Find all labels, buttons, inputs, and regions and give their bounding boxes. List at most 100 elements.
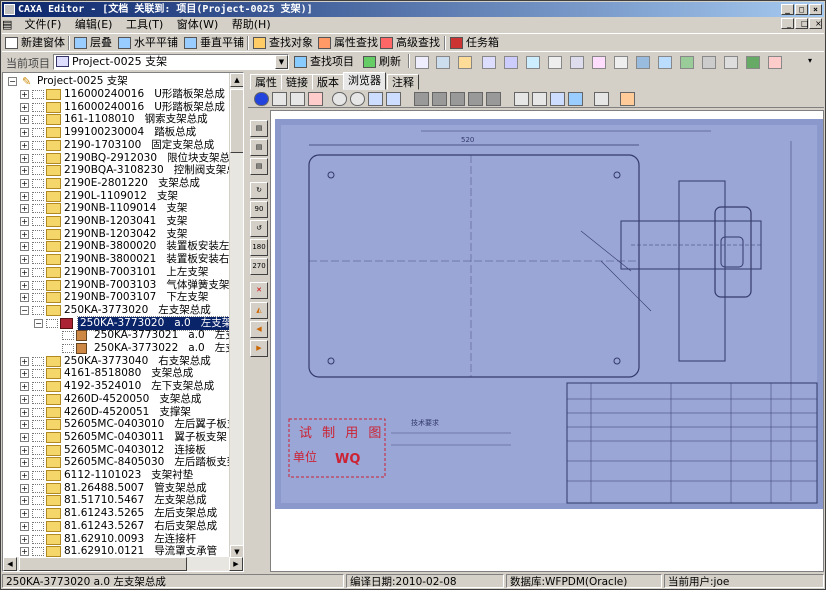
- scroll-thumb[interactable]: [230, 89, 243, 153]
- expand-icon[interactable]: +: [20, 369, 29, 379]
- tree-item[interactable]: +2190BQA-3108230 控制阀支架总成: [6, 164, 243, 177]
- tool-c-icon[interactable]: [450, 92, 465, 106]
- rotate-reset-icon[interactable]: ↺: [250, 220, 268, 237]
- tool-icon-11[interactable]: [636, 56, 650, 69]
- tool-icon-9[interactable]: [592, 56, 606, 69]
- cascade-button[interactable]: 层叠: [74, 35, 112, 51]
- tool-icon-17[interactable]: [768, 56, 782, 69]
- zoom-all-icon[interactable]: [568, 92, 583, 106]
- tree-item[interactable]: +2190E-2801220 支架总成: [6, 177, 231, 190]
- collapse-icon[interactable]: −: [20, 305, 29, 315]
- expand-icon[interactable]: +: [20, 471, 29, 480]
- print-icon[interactable]: [290, 92, 305, 106]
- expand-icon[interactable]: +: [20, 178, 29, 188]
- pointer-icon[interactable]: [514, 92, 529, 106]
- scroll-left-icon[interactable]: ◀: [3, 557, 17, 571]
- tree-item[interactable]: +2190NB-1203041 支架: [6, 215, 231, 228]
- layer-icon[interactable]: [594, 92, 609, 106]
- zoom-window-icon[interactable]: [550, 92, 565, 106]
- new-window-button[interactable]: 新建窗体: [5, 35, 65, 51]
- expand-icon[interactable]: +: [20, 293, 29, 303]
- expand-icon[interactable]: +: [20, 547, 29, 557]
- tree-item[interactable]: +161-1108010 钢索支架总成: [6, 113, 231, 126]
- tree-item[interactable]: +2190L-1109012 支架: [6, 190, 231, 203]
- menu-help[interactable]: 帮助(H): [227, 17, 276, 32]
- h-scroll-thumb[interactable]: [19, 557, 187, 571]
- tool-b-icon[interactable]: [432, 92, 447, 106]
- expand-icon[interactable]: +: [20, 102, 29, 112]
- expand-icon[interactable]: +: [20, 483, 29, 493]
- mdi-close-button[interactable]: ×: [809, 18, 822, 29]
- tree-item[interactable]: +4161-8518080 支架总成: [6, 367, 231, 380]
- tab-links[interactable]: 链接: [281, 74, 313, 90]
- expand-icon[interactable]: +: [20, 191, 29, 201]
- tree-item[interactable]: +2190NB-1203042 支架: [6, 228, 231, 241]
- tree-child-item[interactable]: 250KA-3773021 a.0 左支架: [6, 329, 243, 342]
- expand-icon[interactable]: +: [20, 267, 29, 277]
- mdi-restore-button[interactable]: □: [795, 18, 809, 29]
- expand-icon[interactable]: +: [20, 382, 29, 392]
- menu-edit[interactable]: 编辑(E): [70, 17, 118, 32]
- expand-icon[interactable]: +: [20, 166, 29, 176]
- tool-icon-15[interactable]: [724, 56, 738, 69]
- minimize-button[interactable]: _: [781, 4, 794, 15]
- measure-icon[interactable]: [386, 92, 401, 106]
- rotate-icon[interactable]: ↻: [250, 182, 268, 199]
- tool-icon-14[interactable]: [702, 56, 716, 69]
- tool-icon-4[interactable]: [482, 56, 496, 69]
- page-first-icon[interactable]: ▤: [250, 120, 268, 137]
- page-next-icon[interactable]: ▤: [250, 158, 268, 175]
- markup-pen-icon[interactable]: [308, 92, 323, 106]
- pan-hand-icon[interactable]: [532, 92, 547, 106]
- maximize-button[interactable]: □: [795, 4, 808, 15]
- flip-right-icon[interactable]: ▶: [250, 340, 268, 357]
- tree-item[interactable]: +116000240016 U形踏板架总成: [6, 101, 231, 114]
- tool-icon-12[interactable]: [658, 56, 672, 69]
- info-icon[interactable]: [254, 92, 269, 106]
- expand-icon[interactable]: +: [20, 445, 29, 455]
- advanced-search-button[interactable]: 高级查找: [380, 35, 440, 51]
- flip-left-icon[interactable]: ◀: [250, 321, 268, 338]
- tree-item[interactable]: +2190-1703100 固定支架总成: [6, 139, 231, 152]
- flip-horizontal-icon[interactable]: ◭: [250, 302, 268, 319]
- tree-item[interactable]: +2190NB-7003107 下左支架: [6, 291, 231, 304]
- tool-icon-2[interactable]: [436, 56, 450, 69]
- tree-item[interactable]: +52605MC-0403011 翼子板支架: [6, 431, 231, 444]
- drawing-viewer[interactable]: 520 技术要求 试 制 用 图 单位 WQ: [270, 110, 824, 572]
- tree-item[interactable]: +4260D-4520051 支撑架: [6, 406, 231, 419]
- tree-item[interactable]: +199100230004 踏板总成: [6, 126, 231, 139]
- refresh-button[interactable]: 刷新: [363, 54, 401, 70]
- tile-horizontal-button[interactable]: 水平平铺: [118, 35, 178, 51]
- tree-item[interactable]: +2190BQ-2912030 限位块支架总成: [6, 152, 241, 165]
- tool-a-icon[interactable]: [414, 92, 429, 106]
- zoom-in-icon[interactable]: [332, 92, 347, 106]
- tree-vertical-scrollbar[interactable]: ▲ ▼: [229, 73, 243, 559]
- tree-item[interactable]: +81.61243.5265 左后支架总成: [6, 507, 231, 520]
- tool-icon-5[interactable]: [504, 56, 518, 69]
- mdi-minimize-button[interactable]: _: [781, 18, 794, 29]
- tab-versions[interactable]: 版本: [312, 74, 344, 90]
- zoom-out-icon[interactable]: [350, 92, 365, 106]
- tree-child-item[interactable]: 250KA-3773022 a.0 左支架板: [6, 342, 243, 355]
- toolbar-overflow-icon[interactable]: ▾: [808, 56, 812, 65]
- close-button[interactable]: ×: [809, 4, 822, 15]
- expand-icon[interactable]: +: [20, 204, 29, 214]
- expand-icon[interactable]: +: [20, 140, 29, 150]
- expand-icon[interactable]: +: [20, 407, 29, 417]
- tree-item[interactable]: +116000240016 U形踏板架总成: [6, 88, 231, 101]
- tree-item[interactable]: +2190NB-3800021 装置板安装右支架: [6, 253, 243, 266]
- expand-icon[interactable]: +: [20, 420, 29, 430]
- tree-horizontal-scrollbar[interactable]: ◀ ▶: [3, 557, 243, 571]
- tool-e-icon[interactable]: [486, 92, 501, 106]
- scroll-up-icon[interactable]: ▲: [230, 73, 243, 87]
- compare-icon[interactable]: [620, 92, 635, 106]
- tree-item[interactable]: +81.62910.0093 左连接杆: [6, 533, 231, 546]
- tree-item[interactable]: +2190NB-1109014 支架: [6, 202, 231, 215]
- tab-properties[interactable]: 属性: [250, 74, 282, 90]
- tree-item[interactable]: +250KA-3773040 右支架总成: [6, 355, 231, 368]
- chevron-down-icon[interactable]: ▼: [275, 55, 288, 69]
- tree-item[interactable]: +52605MC-0403012 连接板: [6, 444, 231, 457]
- expand-icon[interactable]: +: [20, 356, 29, 366]
- expand-icon[interactable]: +: [20, 255, 29, 265]
- delete-markup-icon[interactable]: ✕: [250, 282, 268, 299]
